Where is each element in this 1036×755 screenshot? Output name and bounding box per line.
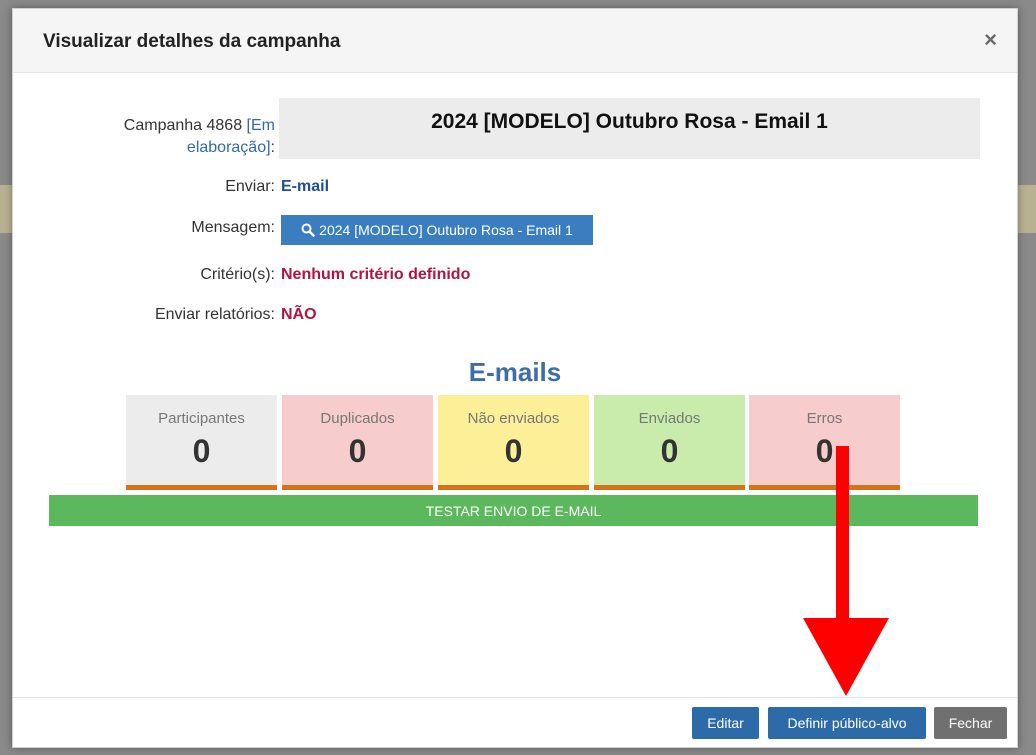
arrow-down-icon: [803, 446, 889, 696]
stat-label: Enviados: [638, 410, 701, 427]
stat-label: Duplicados: [320, 410, 395, 427]
message-button[interactable]: 2024 [MODELO] Outubro Rosa - Email 1: [281, 215, 593, 245]
close-icon[interactable]: ×: [984, 27, 997, 53]
message-label: Mensagem:: [191, 219, 275, 236]
stat-participants: Participantes 0: [126, 395, 277, 490]
stat-not-sent: Não enviados 0: [438, 395, 589, 490]
stat-value: 0: [348, 433, 367, 469]
campaign-id-label: Campanha 4868: [123, 117, 243, 134]
modal-title: Visualizar detalhes da campanha: [43, 31, 341, 52]
stat-label: Participantes: [158, 410, 245, 427]
stat-label: Não enviados: [467, 410, 560, 427]
stat-duplicates: Duplicados 0: [282, 395, 433, 490]
modal-footer: Editar Definir público-alvo Fechar: [13, 697, 1017, 749]
stat-value: 0: [504, 433, 523, 469]
send-label: Enviar:: [225, 178, 275, 195]
campaign-name: 2024 [MODELO] Outubro Rosa - Email 1: [279, 98, 980, 159]
stat-sent: Enviados 0: [594, 395, 745, 490]
reports-value: NÃO: [281, 306, 317, 323]
modal-header: Visualizar detalhes da campanha ×: [13, 9, 1017, 73]
campaign-label: Campanha 4868 [Em elaboração]:: [123, 117, 275, 156]
criteria-value: Nenhum critério definido: [281, 266, 471, 283]
arrow-shaft: [836, 446, 849, 624]
message-button-label: 2024 [MODELO] Outubro Rosa - Email 1: [319, 222, 573, 238]
close-button[interactable]: Fechar: [934, 707, 1007, 739]
edit-button[interactable]: Editar: [692, 707, 759, 739]
emails-section-title: E-mails: [468, 357, 562, 387]
define-audience-button[interactable]: Definir público-alvo: [768, 707, 926, 739]
arrow-head: [803, 618, 889, 696]
criteria-label: Critério(s):: [200, 266, 275, 283]
stat-label: Erros: [806, 410, 843, 427]
search-icon: [301, 223, 315, 237]
send-value: E-mail: [281, 178, 330, 195]
reports-label: Enviar relatórios:: [154, 306, 275, 323]
campaign-details-modal: Visualizar detalhes da campanha × Campan…: [12, 8, 1018, 748]
stat-value: 0: [192, 433, 211, 469]
stat-value: 0: [660, 433, 679, 469]
